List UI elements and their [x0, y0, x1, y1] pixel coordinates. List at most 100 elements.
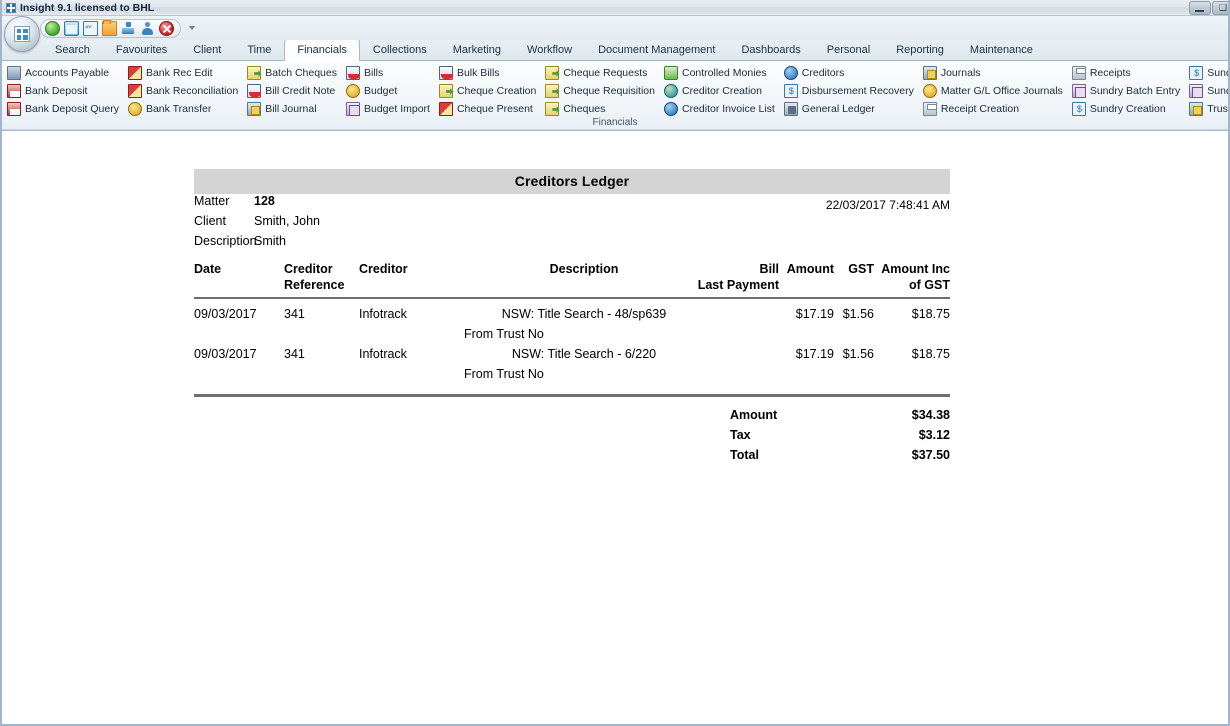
user-icon[interactable] [140, 21, 155, 36]
tab-document-management[interactable]: Document Management [585, 39, 728, 60]
ribbon-item-sundry-import-errors[interactable]: Sundry Import Errors [1186, 64, 1230, 82]
folder-icon[interactable] [102, 21, 117, 36]
ribbon-item-label: Cheque Requisition [563, 85, 655, 97]
ribbon-item-label: Receipt Creation [941, 103, 1019, 115]
total-label-amount: Amount [730, 405, 870, 425]
ribbon-item-budget-import[interactable]: Budget Import [343, 100, 436, 118]
restore-button[interactable]: ❑ [1212, 1, 1230, 15]
cheque-requisition-icon [545, 84, 559, 98]
window-controls: ❑ [1188, 0, 1230, 16]
ribbon-item-cheque-requisition[interactable]: Cheque Requisition [542, 82, 661, 100]
footer-rule [194, 394, 950, 397]
document-canvas: Creditors Ledger 22/03/2017 7:48:41 AM M… [2, 131, 1228, 725]
ribbon-item-cheques[interactable]: Cheques [542, 100, 661, 118]
tab-search[interactable]: Search [42, 39, 103, 60]
ribbon-item-bill-credit-note[interactable]: Bill Credit Note [244, 82, 343, 100]
total-row: Tax$3.12 [194, 425, 950, 445]
ribbon-item-bulk-bills[interactable]: Bulk Bills [436, 64, 542, 82]
meta-value-matter: 128 [254, 194, 275, 208]
ribbon-item-creditors[interactable]: Creditors [781, 64, 920, 82]
ribbon-item-creditor-creation[interactable]: Creditor Creation [661, 82, 781, 100]
ribbon-item-budget[interactable]: Budget [343, 82, 436, 100]
creditors-icon [784, 66, 798, 80]
ribbon-item-accounts-payable[interactable]: Accounts Payable [4, 64, 125, 82]
ribbon-item-bank-rec-edit[interactable]: Bank Rec Edit [125, 64, 244, 82]
tab-reporting[interactable]: Reporting [883, 39, 957, 60]
tab-dashboards[interactable]: Dashboards [728, 39, 813, 60]
journals-icon [923, 66, 937, 80]
ribbon-item-receipts[interactable]: Receipts [1069, 64, 1186, 82]
ribbon-item-controlled-monies[interactable]: Controlled Monies [661, 64, 781, 82]
column-header-bill-line1: Bill [674, 261, 779, 277]
ribbon-item-bank-deposit[interactable]: Bank Deposit [4, 82, 125, 100]
table-row[interactable]: 09/03/2017341InfotrackNSW: Title Search … [194, 304, 950, 324]
tab-personal[interactable]: Personal [814, 39, 883, 60]
total-value-amount: $34.38 [870, 405, 950, 425]
insight-logo-icon [14, 26, 30, 42]
column-header-amount-inc-line1: Amount Inc [874, 261, 950, 277]
application-menu-button[interactable] [4, 16, 40, 52]
bank-rec-edit-icon [128, 66, 142, 80]
ribbon-item-disbursement-recovery[interactable]: Disbursement Recovery [781, 82, 920, 100]
ribbon-item-label: Bulk Bills [457, 67, 500, 79]
tab-financials[interactable]: Financials [284, 39, 360, 61]
budget-icon [346, 84, 360, 98]
ribbon-item-general-ledger[interactable]: General Ledger [781, 100, 920, 118]
ribbon-item-label: Sundry Creation [1090, 103, 1166, 115]
close-red-icon[interactable] [159, 21, 174, 36]
ribbon-item-journals[interactable]: Journals [920, 64, 1069, 82]
column-header-creditor: Creditor [359, 261, 494, 293]
ribbon-group-separator [2, 129, 1228, 130]
cell-date: 09/03/2017 [194, 344, 284, 364]
ribbon-item-cheque-requests[interactable]: Cheque Requests [542, 64, 661, 82]
tab-maintenance[interactable]: Maintenance [957, 39, 1046, 60]
creditor-invoice-list-icon [664, 102, 678, 116]
tab-time[interactable]: Time [234, 39, 284, 60]
ribbon-item-creditor-invoice-list[interactable]: Creditor Invoice List [661, 100, 781, 118]
ribbon-item-bank-reconciliation[interactable]: Bank Reconciliation [125, 82, 244, 100]
receipts-icon [1072, 66, 1086, 80]
quick-access-pill [40, 19, 181, 38]
ribbon-item-sundry-batch-entry[interactable]: Sundry Batch Entry [1069, 82, 1186, 100]
ribbon-item-bank-deposit-query[interactable]: Bank Deposit Query [4, 100, 125, 118]
tab-marketing[interactable]: Marketing [440, 39, 514, 60]
status-green-icon[interactable] [45, 21, 60, 36]
ribbon-item-sundry-list[interactable]: Sundry List [1186, 82, 1230, 100]
minimize-button[interactable] [1189, 1, 1211, 15]
creditor-creation-icon [664, 84, 678, 98]
ribbon-item-cheque-present[interactable]: Cheque Present [436, 100, 542, 118]
ribbon-item-bank-transfer[interactable]: Bank Transfer [125, 100, 244, 118]
ribbon-item-batch-cheques[interactable]: Batch Cheques [244, 64, 343, 82]
table-row[interactable]: 09/03/2017341InfotrackNSW: Title Search … [194, 344, 950, 364]
ribbon-item-label: Budget [364, 85, 397, 97]
tab-client[interactable]: Client [180, 39, 234, 60]
total-label-tax: Tax [730, 425, 870, 445]
ribbon-item-label: Cheque Requests [563, 67, 647, 79]
chevron-down-icon[interactable] [189, 26, 195, 30]
ribbon-item-bill-journal[interactable]: Bill Journal [244, 100, 343, 118]
tab-favourites[interactable]: Favourites [103, 39, 180, 60]
ribbon: SearchFavouritesClientTimeFinancialsColl… [2, 16, 1228, 131]
meta-row: ClientSmith, John [194, 214, 950, 234]
ribbon-item-trust-journal[interactable]: Trust Journal [1186, 100, 1230, 118]
budget-import-icon [346, 102, 360, 116]
ribbon-item-receipt-creation[interactable]: Receipt Creation [920, 100, 1069, 118]
ribbon-item-label: Creditor Creation [682, 85, 762, 97]
ribbon-item-bills[interactable]: Bills [343, 64, 436, 82]
ribbon-item-cheque-creation[interactable]: Cheque Creation [436, 82, 542, 100]
ledger-rows: 09/03/2017341InfotrackNSW: Title Search … [194, 299, 950, 384]
tab-workflow[interactable]: Workflow [514, 39, 585, 60]
ribbon-item-label: Bank Deposit [25, 85, 87, 97]
ribbon-item-sundry-creation[interactable]: Sundry Creation [1069, 100, 1186, 118]
ribbon-item-matter-g-l-office-journals[interactable]: Matter G/L Office Journals [920, 82, 1069, 100]
ribbon-item-label: Bills [364, 67, 383, 79]
bank-deposit-query-icon [7, 102, 21, 116]
network-icon[interactable] [121, 21, 136, 36]
window-icon[interactable] [64, 21, 79, 36]
tab-collections[interactable]: Collections [360, 39, 440, 60]
batch-cheques-icon [247, 66, 261, 80]
total-value-total: $37.50 [870, 445, 950, 465]
ribbon-item-label: Sundry List [1207, 85, 1230, 97]
cell-creditor-reference: 341 [284, 304, 359, 324]
document-abc-icon[interactable] [83, 21, 98, 36]
